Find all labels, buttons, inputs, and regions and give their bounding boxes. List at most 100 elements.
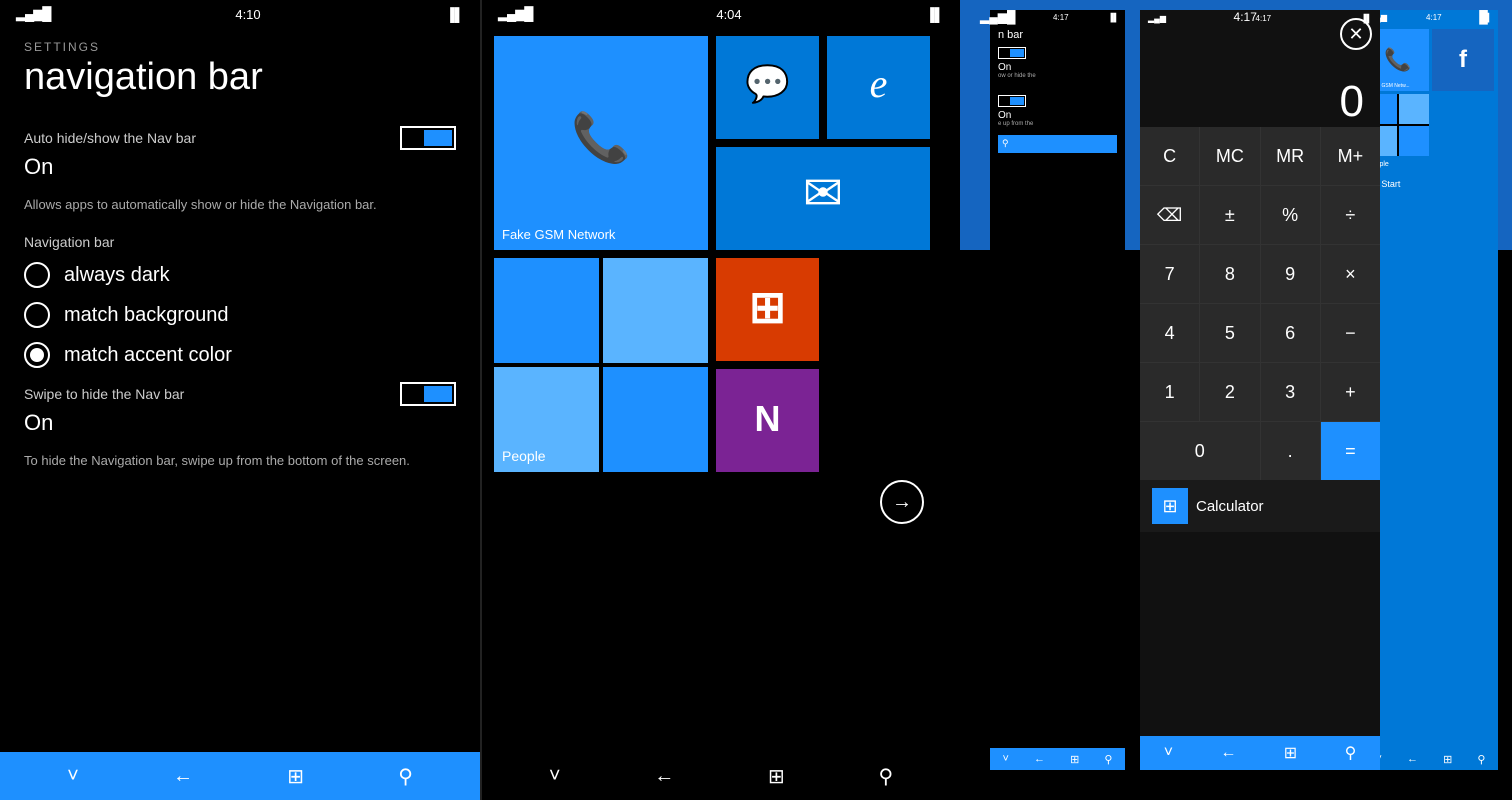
calc-windows[interactable]: ⊞ [1284, 743, 1297, 763]
calc-btn-0[interactable]: 0 [1140, 422, 1260, 480]
ms-desc: ow or hide the [998, 73, 1117, 81]
calc-btn-plus[interactable]: + [1321, 363, 1380, 421]
calc-btn-divide[interactable]: ÷ [1321, 186, 1380, 244]
ms-toggle[interactable] [998, 47, 1026, 59]
ms-content: n bar On ow or hide the On e up from the [990, 25, 1125, 157]
auto-hide-toggle[interactable] [400, 126, 456, 150]
radio-always-dark[interactable]: always dark [24, 262, 456, 288]
onenote-tile[interactable]: N [716, 369, 819, 472]
arrow-container: → [494, 480, 948, 524]
chevron-down-icon-1[interactable]: ˅ [67, 765, 79, 788]
ms-chevron[interactable]: ˅ [1003, 753, 1009, 765]
windows-icon-2[interactable]: ⊞ [768, 764, 785, 789]
chevron-down-icon-2[interactable]: ˅ [549, 765, 561, 788]
battery-icon-right: ▐▌ [1475, 10, 1492, 24]
bottom-nav-1: ˅ ← ⊞ ⚲ [0, 752, 480, 800]
signal-icon-right: ▂▄▆█ [980, 10, 1015, 24]
calc-btn-backspace[interactable]: ⌫ [1140, 186, 1199, 244]
calc-btn-percent[interactable]: % [1261, 186, 1320, 244]
search-icon-1[interactable]: ⚲ [398, 764, 413, 789]
mail-tile[interactable]: ✉ [716, 147, 930, 250]
radio-label-1: always dark [64, 264, 170, 287]
bottom-nav-2: ˅ ← ⊞ ⚲ [482, 752, 960, 800]
calc-btn-2[interactable]: 2 [1200, 363, 1259, 421]
calc-btn-mplus[interactable]: M+ [1321, 127, 1380, 185]
swipe-hide-row: Swipe to hide the Nav bar On [24, 382, 456, 436]
ms-spacer [998, 87, 1117, 95]
sp-phone-icon: 📞 [1384, 47, 1411, 73]
calc-btn-9[interactable]: 9 [1261, 245, 1320, 303]
radio-circle-2[interactable] [24, 302, 50, 328]
back-icon-2[interactable]: ← [654, 765, 674, 788]
ms-search-btn[interactable]: ⚲ [1104, 753, 1112, 766]
calc-bottom-nav: ˅ ← ⊞ ⚲ [1140, 736, 1380, 770]
calc-btn-mc[interactable]: MC [1200, 127, 1259, 185]
mini-start-phone: ▂▄▆ 4:17 ▐▌ 📞 Fake GSM Netw... f [1363, 10, 1498, 770]
search-icon-2[interactable]: ⚲ [878, 764, 893, 789]
messaging-tile[interactable]: 💬 [716, 36, 819, 139]
sp-search-btn[interactable]: ⚲ [1477, 753, 1485, 766]
tile-row-1: 📞 Fake GSM Network 💬 e ✉ [494, 36, 948, 250]
calc-btn-7[interactable]: 7 [1140, 245, 1199, 303]
auto-hide-label: Auto hide/show the Nav bar [24, 130, 196, 146]
status-bar-2: ▂▄▆█ 4:04 ▐▌ [482, 0, 960, 28]
sp-bottom-nav: ˅ ← ⊞ ⚲ [1363, 748, 1498, 770]
phone-tile[interactable]: 📞 Fake GSM Network [494, 36, 708, 250]
ms-desc-2: e up from the [998, 121, 1117, 129]
calc-btn-3[interactable]: 3 [1261, 363, 1320, 421]
calc-back[interactable]: ← [1220, 744, 1236, 762]
calc-chevron[interactable]: ˅ [1164, 744, 1173, 762]
radio-circle-1[interactable] [24, 262, 50, 288]
ms-toggle-2[interactable] [998, 95, 1026, 107]
calc-btn-plusminus[interactable]: ± [1200, 186, 1259, 244]
swipe-hide-toggle[interactable] [400, 382, 456, 406]
calc-btn-4[interactable]: 4 [1140, 304, 1199, 362]
calc-btn-equals[interactable]: = [1321, 422, 1380, 480]
time-1: 4:10 [235, 7, 260, 22]
phone-icon: 📞 [571, 109, 631, 166]
ms-toggle-wrap [998, 47, 1026, 59]
ie-icon: e [870, 59, 888, 106]
ms-toggle-row-2 [998, 95, 1117, 107]
ms-back[interactable]: ← [1034, 753, 1045, 765]
calc-btn-6[interactable]: 6 [1261, 304, 1320, 362]
signal-icon-2: ▂▄▆█ [498, 6, 532, 22]
settings-content: SETTINGS navigation bar Auto hide/show t… [0, 28, 480, 752]
calc-search[interactable]: ⚲ [1345, 743, 1357, 763]
calc-btn-multiply[interactable]: × [1321, 245, 1380, 303]
calc-btn-c[interactable]: C [1140, 127, 1199, 185]
toggle-track-1[interactable] [400, 126, 456, 150]
sp-back[interactable]: ← [1407, 753, 1418, 765]
calc-btn-5[interactable]: 5 [1200, 304, 1259, 362]
windows-icon-1[interactable]: ⊞ [287, 764, 304, 789]
sp-fb-icon: f [1459, 46, 1467, 74]
radio-match-background[interactable]: match background [24, 302, 456, 328]
calc-btn-mr[interactable]: MR [1261, 127, 1320, 185]
toggle-track-2[interactable] [400, 382, 456, 406]
back-icon-1[interactable]: ← [173, 765, 193, 788]
onenote-icon: N [755, 397, 781, 439]
radio-match-accent[interactable]: match accent color [24, 342, 456, 368]
arrow-button[interactable]: → [880, 480, 924, 524]
sp-start-label: Start [1381, 179, 1400, 189]
calc-btn-decimal[interactable]: . [1261, 422, 1320, 480]
sp-windows[interactable]: ⊞ [1443, 753, 1452, 766]
ms-windows[interactable]: ⊞ [1070, 753, 1079, 766]
calc-btn-8[interactable]: 8 [1200, 245, 1259, 303]
settings-title: navigation bar [24, 58, 456, 98]
sp-facebook-tile[interactable]: f [1432, 29, 1494, 91]
calc-btn-1[interactable]: 1 [1140, 363, 1199, 421]
ie-tile[interactable]: e [827, 36, 930, 139]
ms-bottom-nav: ˅ ← ⊞ ⚲ [990, 748, 1125, 770]
people-sub-2 [603, 258, 708, 363]
sp-tile-row-1: 📞 Fake GSM Netw... f [1367, 29, 1494, 91]
ms-search[interactable]: ⚲ [998, 135, 1117, 153]
radio-circle-3[interactable] [24, 342, 50, 368]
ms-toggle-row [998, 47, 1117, 59]
calc-btn-minus[interactable]: − [1321, 304, 1380, 362]
office-tile[interactable]: ⊞ [716, 258, 819, 361]
tiles-area: 📞 Fake GSM Network 💬 e ✉ [482, 28, 960, 752]
swipe-hide-header: Swipe to hide the Nav bar [24, 382, 456, 406]
nav-bar-section-label: Navigation bar [24, 234, 456, 250]
people-tile[interactable]: People [494, 258, 708, 472]
